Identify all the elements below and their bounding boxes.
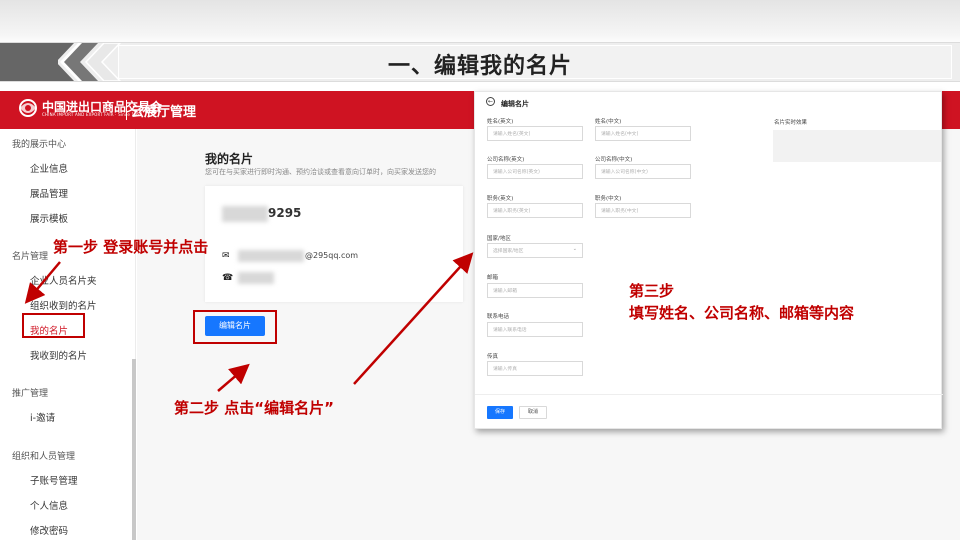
field-label-company-en: 公司名称(英文): [487, 157, 525, 163]
placeholder-name-cn: 请输入姓名(中文): [601, 132, 639, 137]
placeholder-position-cn: 请输入职务(中文): [601, 209, 639, 214]
preview-label: 名片实时效果: [774, 120, 808, 126]
field-label-country: 国家/地区: [487, 236, 511, 242]
name-cn-input[interactable]: 请输入姓名(中文): [595, 126, 691, 141]
arrow-step2: [217, 363, 250, 392]
placeholder-fax: 请输入传真: [493, 367, 517, 372]
placeholder-phone: 请输入联系电话: [493, 328, 527, 333]
placeholder-company-en: 请输入公司名称(英文): [493, 170, 540, 175]
arrow-step1: [24, 261, 61, 304]
field-label-name-en: 姓名(英文): [487, 119, 514, 125]
cancel-button[interactable]: 取消: [519, 406, 547, 419]
field-label-name-cn: 姓名(中文): [595, 119, 622, 125]
step3-annotation-title: 第三步: [629, 282, 675, 300]
step3-annotation-body: 填写姓名、公司名称、邮箱等内容: [629, 304, 855, 322]
company-cn-input[interactable]: 请输入公司名称(中文): [595, 164, 691, 179]
company-en-input[interactable]: 请输入公司名称(英文): [487, 164, 583, 179]
placeholder-position-en: 请输入职务(英文): [493, 209, 531, 214]
fax-input[interactable]: 请输入传真: [487, 361, 583, 376]
form-title: 编辑名片: [501, 100, 529, 108]
field-label-company-cn: 公司名称(中文): [595, 157, 633, 163]
back-arrow-icon[interactable]: ←: [486, 97, 495, 106]
form-footer-divider: [475, 394, 943, 395]
placeholder-email: 请输入邮箱: [493, 289, 517, 294]
step1-annotation: 第一步 登录账号并点击: [53, 238, 209, 256]
step2-annotation: 第二步 点击“编辑名片”: [174, 399, 334, 417]
position-en-input[interactable]: 请输入职务(英文): [487, 203, 583, 218]
name-en-input[interactable]: 请输入姓名(英文): [487, 126, 583, 141]
edit-card-form: ← 编辑名片 名片实时效果 姓名(英文) 请输入姓名(英文) 姓名(中文) 请输…: [474, 91, 943, 429]
position-cn-input[interactable]: 请输入职务(中文): [595, 203, 691, 218]
chevron-down-icon: ⌄: [572, 246, 577, 252]
email-input[interactable]: 请输入邮箱: [487, 283, 583, 298]
field-label-fax: 传真: [487, 354, 499, 360]
field-label-position-en: 职务(英文): [487, 196, 514, 202]
placeholder-country: 选择国家/地区: [493, 249, 524, 254]
field-label-email: 邮箱: [487, 275, 499, 281]
card-live-preview: [773, 130, 941, 162]
save-button[interactable]: 保存: [487, 406, 513, 419]
placeholder-name-en: 请输入姓名(英文): [493, 132, 531, 137]
placeholder-company-cn: 请输入公司名称(中文): [601, 170, 648, 175]
arrow-step2-to-form: [353, 252, 474, 385]
phone-input[interactable]: 请输入联系电话: [487, 322, 583, 337]
field-label-phone: 联系电话: [487, 314, 510, 320]
field-label-position-cn: 职务(中文): [595, 196, 622, 202]
country-select[interactable]: 选择国家/地区 ⌄: [487, 243, 583, 258]
